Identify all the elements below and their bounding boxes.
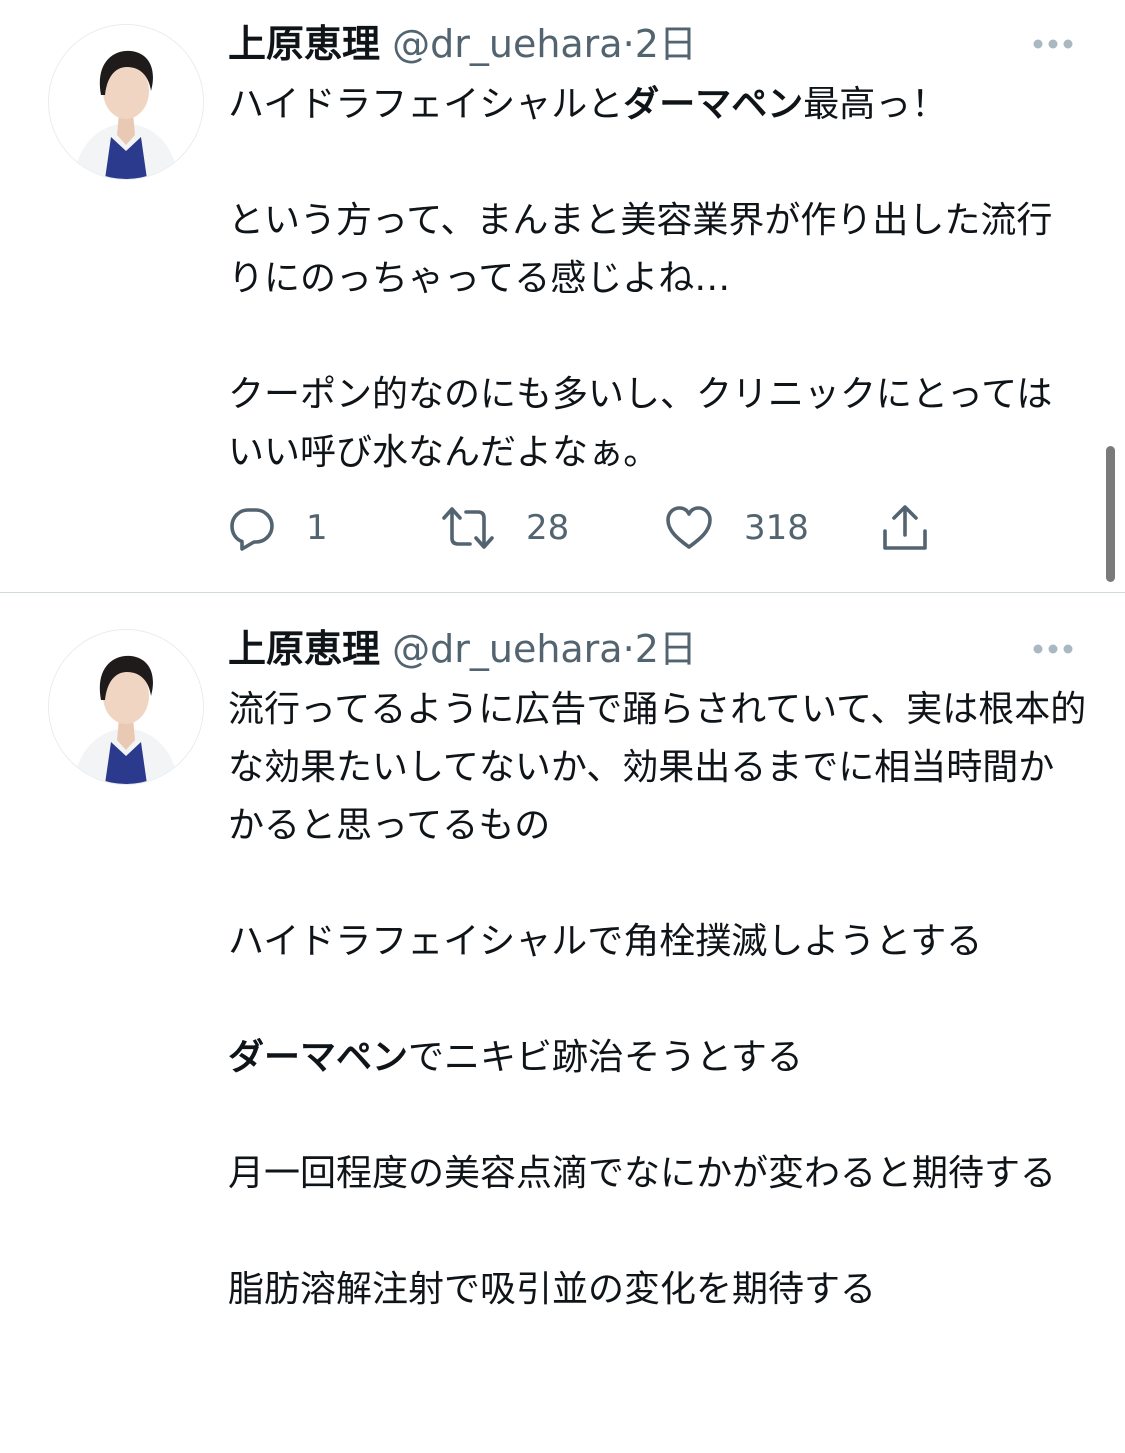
more-options-button[interactable] (1031, 36, 1075, 50)
share-icon (883, 505, 927, 550)
reply-count: 1 (306, 508, 328, 548)
tweet-text-bold: ダーマペン (228, 1037, 409, 1078)
tweet-text-run: ハイドラフェイシャルと (228, 84, 624, 125)
heart-icon (666, 506, 712, 549)
like-button[interactable]: 318 (664, 500, 809, 556)
share-button[interactable] (880, 500, 930, 556)
author-name[interactable]: 上原恵理 (228, 627, 380, 671)
reply-icon (230, 508, 274, 551)
tweet-paragraph: という方って、まんまと美容業界が作り出した流行りにのっちゃってる感じよね… (228, 192, 1088, 308)
tweet-timestamp[interactable]: 2日 (635, 22, 697, 66)
tweet-text-run: 最高っ！ (803, 84, 948, 125)
tweet[interactable]: 上原恵理 @dr_uehara·2日 流行ってるように広告で踊らされていて、実は… (0, 593, 1125, 1453)
reply-button[interactable]: 1 (228, 500, 328, 556)
scrollbar-thumb[interactable] (1106, 446, 1115, 582)
tweet-paragraph: ハイドラフェイシャルとダーマペン最高っ！ (228, 76, 1088, 134)
tweet-text-run: という方って、まんまと美容業界が作り出した流行りにのっちゃってる感じよね… (228, 200, 1053, 299)
tweet-paragraph: 脂肪溶解注射で吸引並の変化を期待する (228, 1261, 1088, 1319)
tweet-paragraph: ダーマペンでニキビ跡治そうとする (228, 1029, 1088, 1087)
tweet[interactable]: 上原恵理 @dr_uehara·2日 ハイドラフェイシャルとダーマペン最高っ！ と… (0, 0, 1125, 592)
tweet-header: 上原恵理 @dr_uehara·2日 (228, 18, 697, 70)
tweet-text-run: 流行ってるように広告で踊らされていて、実は根本的な効果たいしてないか、効果出るま… (228, 689, 1087, 846)
tweet-paragraph: 月一回程度の美容点滴でなにかが変わると期待する (228, 1145, 1088, 1203)
avatar[interactable] (48, 629, 204, 785)
tweet-text: ハイドラフェイシャルとダーマペン最高っ！ という方って、まんまと美容業界が作り出し… (228, 76, 1088, 482)
tweet-paragraph: クーポン的なのにも多いし、クリニックにとってはいい呼び水なんだよなぁ。 (228, 366, 1088, 482)
more-horizontal-icon (1033, 39, 1073, 49)
tweet-text-run: クーポン的なのにも多いし、クリニックにとってはいい呼び水なんだよなぁ。 (228, 374, 1053, 473)
tweet-text-run: 脂肪溶解注射で吸引並の変化を期待する (228, 1269, 877, 1310)
avatar[interactable] (48, 24, 204, 180)
meta-separator: · (622, 627, 635, 671)
author-name[interactable]: 上原恵理 (228, 22, 380, 66)
retweet-icon (442, 507, 494, 549)
profile-photo (49, 630, 203, 784)
tweet-text-run: でニキビ跡治そうとする (408, 1037, 803, 1078)
tweet-header: 上原恵理 @dr_uehara·2日 (228, 623, 697, 675)
tweet-actions: 1 28 318 (228, 500, 988, 556)
retweet-button[interactable]: 28 (440, 500, 569, 556)
tweet-text: 流行ってるように広告で踊らされていて、実は根本的な効果たいしてないか、効果出るま… (228, 681, 1088, 1319)
more-options-button[interactable] (1031, 641, 1075, 655)
meta-separator: · (622, 22, 635, 66)
tweet-text-bold: ダーマペン (623, 84, 804, 125)
retweet-count: 28 (526, 508, 570, 548)
author-handle[interactable]: @dr_uehara (392, 22, 623, 66)
tweet-paragraph: 流行ってるように広告で踊らされていて、実は根本的な効果たいしてないか、効果出るま… (228, 681, 1088, 855)
tweet-paragraph: ハイドラフェイシャルで角栓撲滅しようとする (228, 913, 1088, 971)
tweet-text-run: 月一回程度の美容点滴でなにかが変わると期待する (228, 1153, 1057, 1194)
like-count: 318 (744, 508, 809, 548)
tweet-timestamp[interactable]: 2日 (635, 627, 697, 671)
author-handle[interactable]: @dr_uehara (392, 627, 623, 671)
profile-photo (49, 25, 203, 179)
more-horizontal-icon (1033, 644, 1073, 654)
tweet-text-run: ハイドラフェイシャルで角栓撲滅しようとする (228, 921, 983, 962)
